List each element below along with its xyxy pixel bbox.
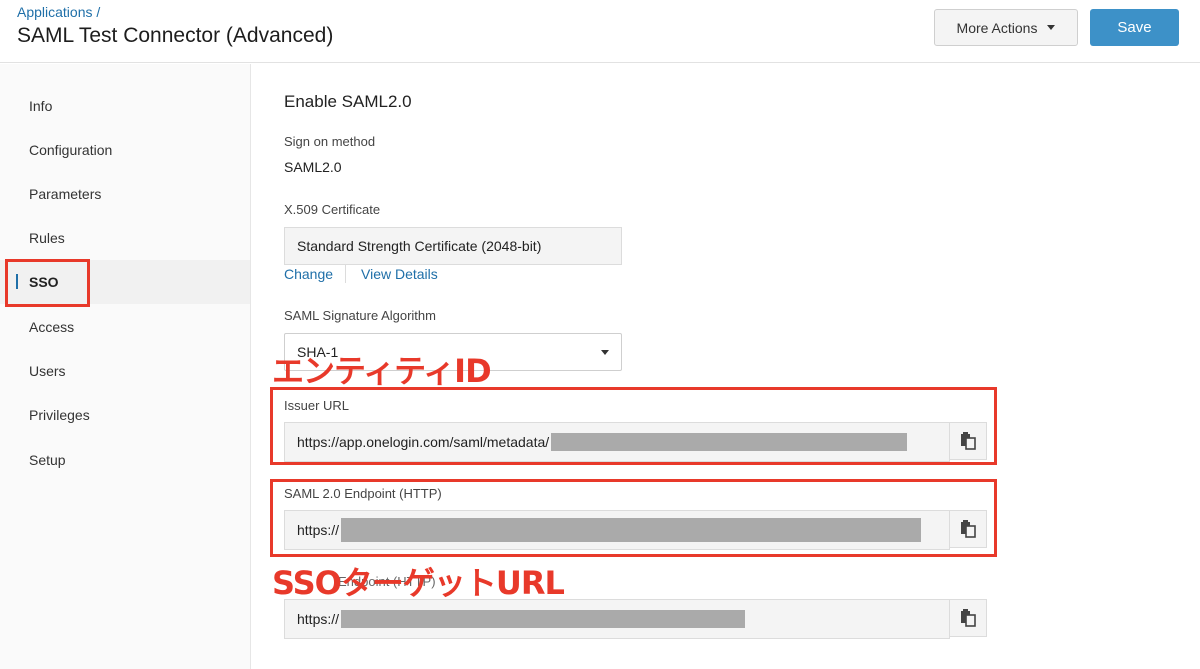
breadcrumb-applications-link[interactable]: Applications /: [17, 4, 100, 20]
sidebar-item-label: Info: [29, 98, 53, 114]
sidebar-item-users[interactable]: Users: [0, 349, 250, 393]
sidebar-item-configuration[interactable]: Configuration: [0, 128, 250, 172]
slo-endpoint-field[interactable]: https://: [284, 599, 950, 639]
signature-algorithm-label: SAML Signature Algorithm: [284, 308, 436, 323]
clipboard-icon: [961, 609, 976, 627]
highlight-box-issuer-url: [270, 387, 997, 465]
chevron-down-icon: [601, 350, 609, 355]
slo-endpoint-value: https://: [297, 611, 340, 627]
sign-on-method-label: Sign on method: [284, 134, 376, 149]
sidebar-item-label: Rules: [29, 230, 65, 246]
view-details-link[interactable]: View Details: [361, 266, 438, 282]
section-title: Enable SAML2.0: [284, 92, 412, 111]
sidebar-item-rules[interactable]: Rules: [0, 216, 250, 260]
annotation-sso-target-url: SSOターゲットURL: [272, 564, 565, 602]
sidebar-item-label: Setup: [29, 452, 66, 468]
page-header: Applications / SAML Test Connector (Adva…: [0, 0, 1200, 63]
link-divider: [345, 265, 346, 283]
sidebar-item-parameters[interactable]: Parameters: [0, 172, 250, 216]
save-button[interactable]: Save: [1090, 9, 1179, 46]
certificate-field: Standard Strength Certificate (2048-bit): [284, 227, 622, 265]
redacted-block: [341, 610, 746, 628]
highlight-box-sso: [5, 259, 90, 307]
more-actions-button[interactable]: More Actions: [934, 9, 1078, 46]
chevron-down-icon: [1047, 25, 1056, 30]
page-title: SAML Test Connector (Advanced): [17, 24, 334, 47]
sidebar-item-label: Configuration: [29, 142, 113, 158]
sidebar-item-label: Users: [29, 363, 66, 379]
sidebar-item-access[interactable]: Access: [0, 305, 250, 349]
breadcrumb[interactable]: Applications /: [17, 4, 100, 20]
change-certificate-link[interactable]: Change: [284, 266, 333, 282]
sidebar-item-label: Access: [29, 319, 75, 335]
annotation-entity-id: エンティティID: [272, 352, 492, 390]
sidebar-item-info[interactable]: Info: [0, 84, 250, 128]
sidebar-item-label: Privileges: [29, 407, 90, 423]
certificate-label: X.509 Certificate: [284, 202, 381, 217]
highlight-box-saml-endpoint: [270, 479, 997, 557]
copy-slo-endpoint-button[interactable]: [949, 599, 987, 637]
sign-on-method-value: SAML2.0: [284, 159, 342, 175]
sidebar: Info Configuration Parameters Rules SSO …: [0, 64, 251, 669]
sidebar-item-label: Parameters: [29, 186, 102, 202]
sidebar-item-privileges[interactable]: Privileges: [0, 393, 250, 437]
sidebar-item-setup[interactable]: Setup: [0, 438, 250, 482]
more-actions-label: More Actions: [956, 19, 1038, 36]
